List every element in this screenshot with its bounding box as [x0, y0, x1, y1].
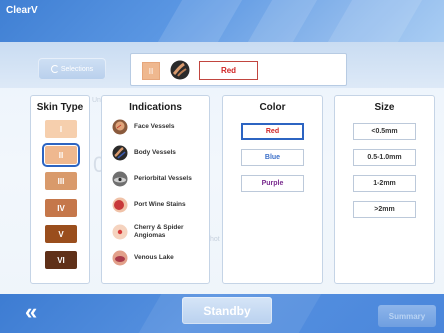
body-vessels-icon	[112, 145, 128, 161]
skin-type-5-button[interactable]: V	[45, 225, 77, 243]
size-title: Size	[374, 102, 395, 113]
indication-label: Venous Lake	[134, 254, 174, 261]
selections-button[interactable]: Selections	[38, 58, 106, 80]
skin-type-panel: Skin Type I II III IV V VI	[30, 95, 90, 284]
top-bar: ClearV	[0, 0, 444, 42]
ghost-text: Un	[92, 97, 101, 104]
size-1-2mm-button[interactable]: 1-2mm	[353, 175, 416, 192]
indications-panel: Indications Face Vessels Body Vessels Pe…	[101, 95, 210, 284]
size-lt-0-5mm-button[interactable]: <0.5mm	[353, 123, 416, 140]
standby-button[interactable]: Standby	[182, 297, 272, 324]
app-title: ClearV	[6, 5, 38, 16]
indication-label: Port Wine Stains	[134, 201, 186, 208]
indication-venous-lake[interactable]: Venous Lake	[112, 247, 199, 269]
summary-skin-swatch: II	[142, 62, 160, 80]
size-panel: Size <0.5mm 0.5-1.0mm 1-2mm >2mm	[334, 95, 435, 284]
indication-label: Cherry & Spider Angiomas	[134, 224, 184, 239]
skin-type-3-button[interactable]: III	[45, 172, 77, 190]
venous-lake-icon	[112, 250, 128, 266]
size-gt-2mm-button[interactable]: >2mm	[353, 201, 416, 218]
indication-angiomas[interactable]: Cherry & Spider Angiomas	[112, 221, 199, 243]
selections-label: Selections	[60, 65, 94, 73]
angiomas-icon	[112, 224, 128, 240]
size-0-5-1-0mm-button[interactable]: 0.5-1.0mm	[353, 149, 416, 166]
skin-type-4-button[interactable]: IV	[45, 199, 77, 217]
indication-periorbital-vessels[interactable]: Periorbital Vessels	[112, 168, 199, 190]
periorbital-vessels-icon	[112, 171, 128, 187]
skin-type-1-button[interactable]: I	[45, 120, 77, 138]
indication-label: Body Vessels	[134, 149, 176, 156]
summary-button[interactable]: Summary	[378, 305, 436, 327]
skin-type-2-button[interactable]: II	[42, 143, 80, 167]
face-vessels-icon	[112, 119, 128, 135]
skin-type-title: Skin Type	[36, 102, 84, 113]
summary-color-badge: Red	[199, 61, 258, 80]
indications-title: Indications	[129, 102, 182, 113]
color-panel: Color Red Blue Purple	[222, 95, 323, 284]
color-purple-button[interactable]: Purple	[241, 175, 304, 192]
ghost-text-mid: hot	[210, 236, 220, 243]
indication-body-vessels[interactable]: Body Vessels	[112, 142, 199, 164]
back-button[interactable]: «	[25, 301, 37, 323]
refresh-icon	[50, 65, 59, 73]
body-vessels-icon	[170, 60, 190, 80]
skin-type-6-button[interactable]: VI	[45, 251, 77, 269]
indication-port-wine-stains[interactable]: Port Wine Stains	[112, 194, 199, 216]
indication-label: Periorbital Vessels	[134, 175, 192, 182]
port-wine-stains-icon	[112, 197, 128, 213]
indication-label: Face Vessels	[134, 123, 175, 130]
color-title: Color	[259, 102, 286, 113]
color-red-button[interactable]: Red	[241, 123, 304, 140]
indication-face-vessels[interactable]: Face Vessels	[112, 116, 199, 138]
color-blue-button[interactable]: Blue	[241, 149, 304, 166]
